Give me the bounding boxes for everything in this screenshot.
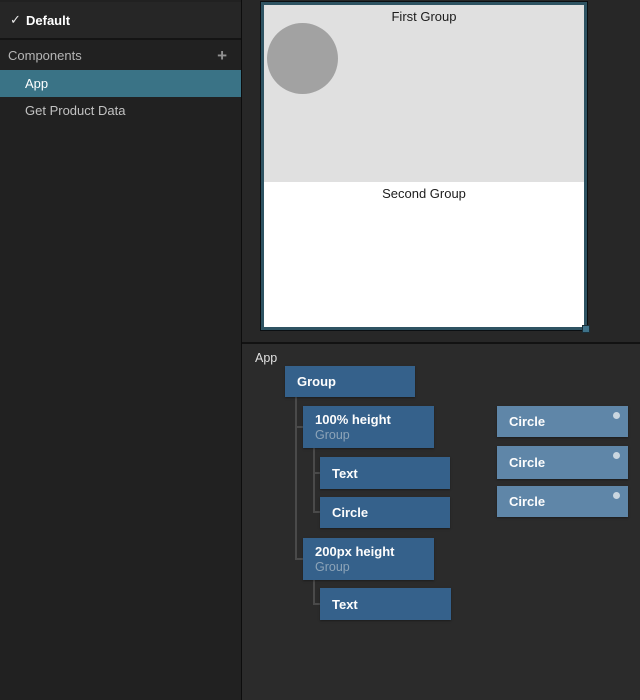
second-group-preview[interactable]: Second Group <box>264 182 584 327</box>
tree-connector-line <box>313 448 315 513</box>
first-group-preview[interactable]: First Group <box>264 5 584 182</box>
tree-node-100-height-group[interactable]: 100% height Group <box>303 406 434 448</box>
port-dot-icon[interactable] <box>613 492 620 499</box>
first-group-title: First Group <box>264 5 584 23</box>
palette-node-circle-2[interactable]: Circle <box>497 446 628 479</box>
tree-node-200px-height-group[interactable]: 200px height Group <box>303 538 434 580</box>
tree-connector-line <box>313 511 320 513</box>
tree-node-text-1[interactable]: Text <box>320 457 450 489</box>
second-group-title: Second Group <box>264 182 584 200</box>
tree-connector-line <box>295 426 303 428</box>
node-sublabel: Group <box>315 428 434 443</box>
node-label: Circle <box>509 455 628 470</box>
sidebar-item-label: App <box>25 76 48 91</box>
node-sublabel: Group <box>315 560 434 575</box>
node-graph-panel: App Group 100% height Group Text <box>242 344 640 700</box>
node-label: Text <box>332 597 451 612</box>
node-label: Circle <box>509 494 628 509</box>
tree-connector-line <box>295 558 303 560</box>
add-component-icon[interactable]: + <box>215 47 229 64</box>
sidebar-item-default[interactable]: ✓ Default <box>0 2 241 40</box>
app-root: ✓ Default Components + App Get Product D… <box>0 0 640 700</box>
port-dot-icon[interactable] <box>613 452 620 459</box>
checkmark-icon: ✓ <box>10 12 26 28</box>
resize-handle[interactable] <box>582 325 590 333</box>
components-section-header: Components + <box>0 40 241 70</box>
port-dot-icon[interactable] <box>613 412 620 419</box>
tree-node-circle[interactable]: Circle <box>320 497 450 528</box>
tree-connector-line <box>313 580 315 605</box>
tree-connector-line <box>313 472 320 474</box>
components-header-label: Components <box>8 48 82 63</box>
preview-area: First Group Second Group <box>242 0 640 344</box>
palette-node-circle-3[interactable]: Circle <box>497 486 628 517</box>
main-area: First Group Second Group App <box>242 0 640 700</box>
sidebar-item-label: Get Product Data <box>25 103 125 118</box>
tree-node-group[interactable]: Group <box>285 366 415 397</box>
default-item-label: Default <box>26 13 70 28</box>
palette-node-circle-1[interactable]: Circle <box>497 406 628 437</box>
node-label: 200px height <box>315 544 434 559</box>
node-label: Group <box>297 374 415 389</box>
sidebar-item-get-product-data[interactable]: Get Product Data <box>0 97 241 124</box>
node-label: Circle <box>332 505 450 520</box>
node-label: 100% height <box>315 412 434 427</box>
node-panel-title: App <box>255 351 277 365</box>
sidebar: ✓ Default Components + App Get Product D… <box>0 0 242 700</box>
tree-connector-line <box>313 603 320 605</box>
node-label: Text <box>332 466 450 481</box>
preview-selection-frame[interactable]: First Group Second Group <box>261 2 587 330</box>
circle-shape[interactable] <box>267 23 338 94</box>
node-label: Circle <box>509 414 628 429</box>
tree-connector-line <box>295 397 297 560</box>
sidebar-item-app[interactable]: App <box>0 70 241 97</box>
tree-node-text-2[interactable]: Text <box>320 588 451 620</box>
